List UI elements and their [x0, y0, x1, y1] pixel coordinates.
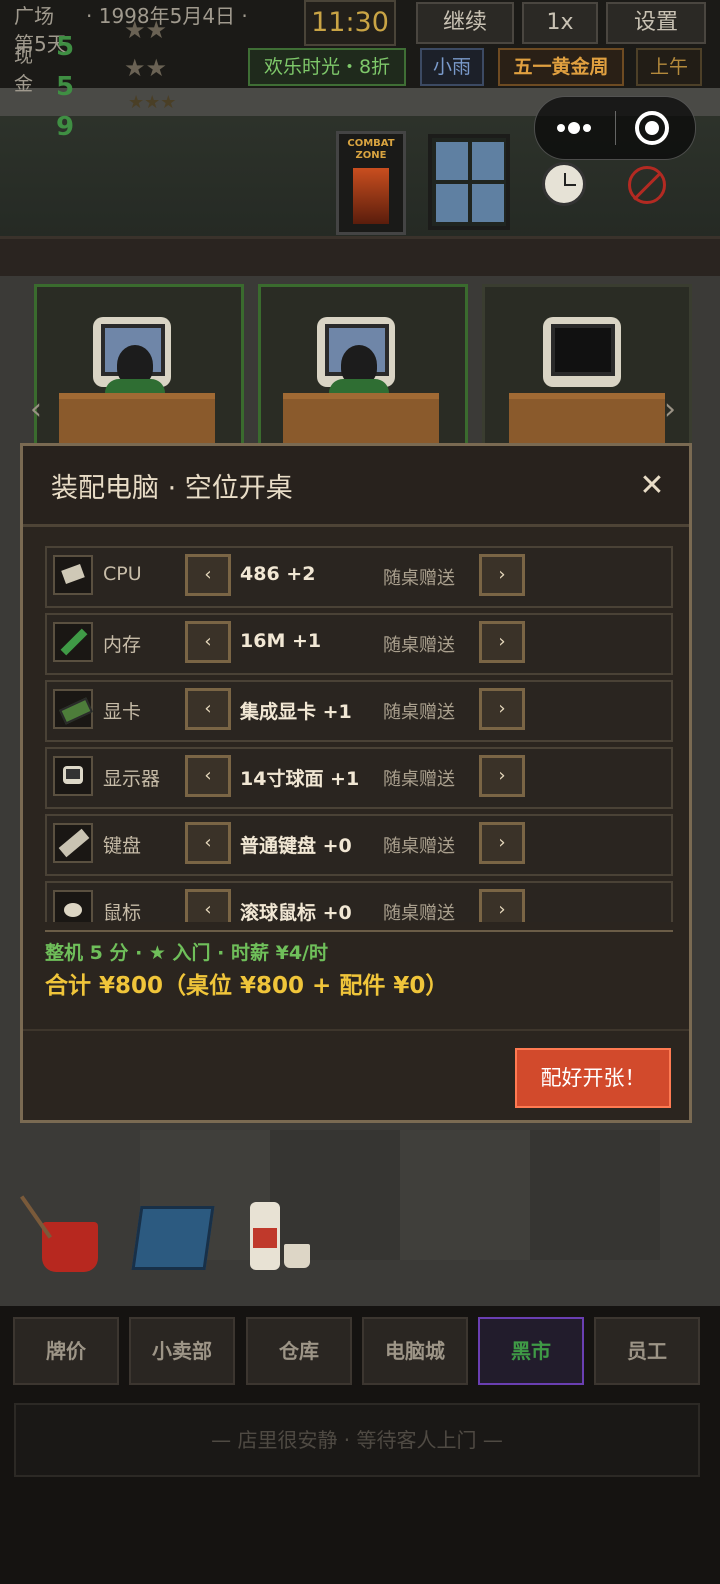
rating-stars: ★★★ — [128, 92, 177, 113]
settings-button[interactable]: 设置 — [606, 2, 706, 44]
next-option-button[interactable]: › — [479, 621, 525, 663]
gpu-icon — [53, 689, 93, 729]
poster-title: COMBAT ZONE — [347, 138, 395, 161]
nav-price-tab[interactable]: 牌价 — [13, 1317, 119, 1385]
component-note: 随桌赠送 — [383, 836, 455, 857]
next-option-button[interactable]: › — [479, 688, 525, 730]
happy-hour-chip: 欢乐时光・8折 — [248, 48, 406, 86]
mop-bucket-icon[interactable] — [20, 1195, 98, 1272]
component-value: 486 +2 — [240, 563, 316, 585]
cash-label: 现金 — [14, 45, 34, 95]
location-label: 广场 — [14, 4, 54, 28]
prev-option-button[interactable]: ‹ — [185, 822, 231, 864]
top-status-bar: 广场 · 1998年5月4日 · 第5天 现金 5 5 9 ★★ ★★ ★★★ … — [0, 0, 720, 142]
window — [428, 134, 510, 230]
keyboard-icon — [53, 823, 93, 863]
next-option-button[interactable]: › — [479, 889, 525, 922]
component-value: 集成显卡 +1 — [240, 701, 352, 723]
scroll-right-arrow-icon[interactable]: › — [664, 392, 676, 427]
footer-divider — [23, 1029, 689, 1031]
rating-stars: ★★ — [124, 16, 168, 44]
combat-zone-poster: COMBAT ZONE — [336, 131, 406, 235]
next-option-button[interactable]: › — [479, 554, 525, 596]
next-option-button[interactable]: › — [479, 822, 525, 864]
prev-option-button[interactable]: ‹ — [185, 688, 231, 730]
component-name: 鼠标 — [103, 902, 142, 922]
component-row-cpu: CPU ‹ 486 +2 随桌赠送 › — [45, 546, 673, 608]
component-name: 显卡 — [103, 701, 142, 723]
close-mini-program-icon[interactable] — [635, 111, 669, 145]
prev-option-button[interactable]: ‹ — [185, 755, 231, 797]
total-cost-summary: 合计 ¥800（桌位 ¥800 + 配件 ¥0） — [45, 973, 449, 999]
component-list[interactable]: CPU ‹ 486 +2 随桌赠送 › 内存 ‹ 16M +1 随桌赠送 › 显… — [45, 546, 673, 922]
continue-button[interactable]: 继续 — [416, 2, 514, 44]
capsule-divider — [615, 111, 616, 145]
component-row-gpu: 显卡 ‹ 集成显卡 +1 随桌赠送 › — [45, 680, 673, 742]
cpu-icon — [53, 555, 93, 595]
pc-booth-3[interactable] — [482, 284, 692, 460]
toolbox-icon[interactable] — [131, 1206, 215, 1270]
time-of-day-chip: 上午 — [636, 48, 702, 86]
game-clock: 11:30 — [304, 0, 396, 46]
cash-digit: 9 — [56, 112, 75, 142]
component-note: 随桌赠送 — [383, 769, 455, 790]
nav-computer-mall-tab[interactable]: 电脑城 — [362, 1317, 468, 1385]
no-smoking-sign-icon — [628, 166, 666, 204]
rating-stars: ★★ — [124, 54, 168, 82]
more-menu-icon[interactable] — [553, 113, 605, 143]
summary-divider — [45, 930, 673, 932]
pc-booth-2[interactable] — [258, 284, 468, 460]
wall-clock-icon — [542, 162, 586, 206]
component-name: 显示器 — [103, 768, 161, 790]
component-value: 滚球鼠标 +0 — [240, 902, 352, 922]
prev-option-button[interactable]: ‹ — [185, 554, 231, 596]
event-chip: 五一黄金周 — [498, 48, 624, 86]
component-note: 随桌赠送 — [383, 568, 455, 589]
component-value: 14寸球面 +1 — [240, 768, 360, 790]
component-value: 普通键盘 +0 — [240, 835, 352, 857]
component-row-monitor: 显示器 ‹ 14寸球面 +1 随桌赠送 › — [45, 747, 673, 809]
assemble-pc-dialog: 装配电脑 · 空位开桌 ✕ CPU ‹ 486 +2 随桌赠送 › 内存 ‹ 1… — [20, 443, 692, 1123]
shop-status-message: — 店里很安静 · 等待客人上门 — — [14, 1403, 700, 1477]
pc-booth-1[interactable] — [34, 284, 244, 460]
dialog-header: 装配电脑 · 空位开桌 ✕ — [23, 446, 689, 527]
bottom-nav: 牌价 小卖部 仓库 电脑城 黑市 员工 — 店里很安静 · 等待客人上门 — — [0, 1306, 720, 1584]
component-value: 16M +1 — [240, 630, 322, 652]
ram-icon — [53, 622, 93, 662]
next-option-button[interactable]: › — [479, 755, 525, 797]
scroll-left-arrow-icon[interactable]: ‹ — [30, 392, 42, 427]
build-rating-summary: 整机 5 分 · ★ 入门 · 时薪 ¥4/时 — [45, 942, 328, 964]
dialog-title: 装配电脑 · 空位开桌 — [51, 473, 293, 504]
prev-option-button[interactable]: ‹ — [185, 889, 231, 922]
thermos-icon[interactable] — [250, 1202, 280, 1270]
component-note: 随桌赠送 — [383, 903, 455, 922]
component-name: 键盘 — [103, 835, 142, 857]
speed-button[interactable]: 1x — [522, 2, 598, 44]
component-note: 随桌赠送 — [383, 702, 455, 723]
component-name: CPU — [103, 563, 142, 585]
mouse-icon — [53, 890, 93, 922]
confirm-open-button[interactable]: 配好开张！ — [515, 1048, 671, 1108]
prev-option-button[interactable]: ‹ — [185, 621, 231, 663]
cash-digit: 5 — [56, 72, 75, 102]
monitor-icon — [53, 756, 93, 796]
component-name: 内存 — [103, 634, 142, 656]
component-row-keyboard: 键盘 ‹ 普通键盘 +0 随桌赠送 › — [45, 814, 673, 876]
component-note: 随桌赠送 — [383, 635, 455, 656]
baseboard — [0, 236, 720, 279]
cash-digit: 5 — [56, 32, 75, 62]
nav-warehouse-tab[interactable]: 仓库 — [246, 1317, 352, 1385]
component-row-ram: 内存 ‹ 16M +1 随桌赠送 › — [45, 613, 673, 675]
nav-snack-shop-tab[interactable]: 小卖部 — [129, 1317, 235, 1385]
mug-icon[interactable] — [284, 1244, 310, 1268]
close-icon[interactable]: ✕ — [637, 468, 667, 503]
nav-staff-tab[interactable]: 员工 — [594, 1317, 700, 1385]
mini-program-capsule — [534, 96, 696, 160]
nav-black-market-tab[interactable]: 黑市 — [478, 1317, 584, 1385]
weather-chip: 小雨 — [420, 48, 484, 86]
component-row-mouse: 鼠标 ‹ 滚球鼠标 +0 随桌赠送 › — [45, 881, 673, 922]
